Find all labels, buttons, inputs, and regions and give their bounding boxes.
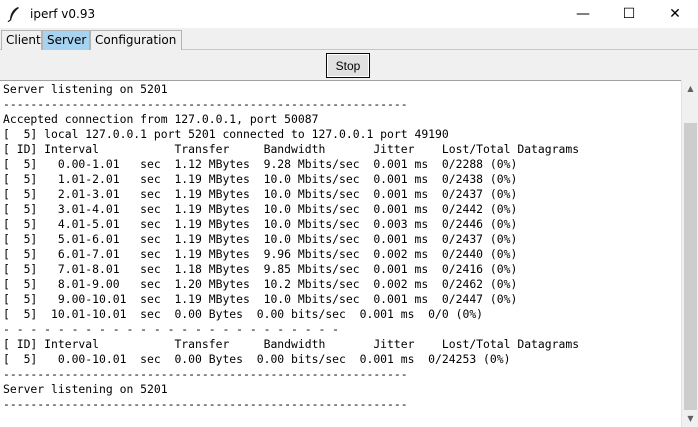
feather-icon xyxy=(7,7,19,22)
output-line: - - - - - - - - - - - - - - - - - - - - … xyxy=(3,322,340,336)
output-line: [ ID] Interval Transfer Bandwidth Jitter… xyxy=(3,337,580,351)
output-line: [ 5] 7.01-8.01 sec 1.18 MBytes 9.85 Mbit… xyxy=(3,262,518,276)
output-line: ----------------------------------------… xyxy=(3,397,408,411)
tab-server[interactable]: Server xyxy=(42,30,90,50)
output-line: [ 5] 8.01-9.00 sec 1.20 MBytes 10.2 Mbit… xyxy=(3,277,518,291)
output-line: [ 5] 10.01-10.01 sec 0.00 Bytes 0.00 bit… xyxy=(3,307,484,321)
output-text: Server listening on 5201 ---------------… xyxy=(0,81,681,412)
scroll-thumb[interactable] xyxy=(684,123,697,410)
iperf-window: iperf v0.93 — ☐ ✕ Client Server Configur… xyxy=(0,0,698,427)
output-line: [ 5] 5.01-6.01 sec 1.19 MBytes 10.0 Mbit… xyxy=(3,232,518,246)
maximize-button[interactable]: ☐ xyxy=(606,0,652,28)
close-button[interactable]: ✕ xyxy=(652,0,698,28)
tab-client[interactable]: Client xyxy=(1,30,42,50)
title-bar[interactable]: iperf v0.93 — ☐ ✕ xyxy=(0,0,698,28)
output-line: [ 5] 9.00-10.01 sec 1.19 MBytes 10.0 Mbi… xyxy=(3,292,518,306)
output-line: [ 5] 6.01-7.01 sec 1.19 MBytes 9.96 Mbit… xyxy=(3,247,518,261)
stop-button[interactable]: Stop xyxy=(326,53,370,78)
window-title: iperf v0.93 xyxy=(30,7,96,21)
output-line: [ 5] local 127.0.0.1 port 5201 connected… xyxy=(3,127,449,141)
output-line: [ 5] 3.01-4.01 sec 1.19 MBytes 10.0 Mbit… xyxy=(3,202,518,216)
output-line: [ 5] 1.01-2.01 sec 1.19 MBytes 10.0 Mbit… xyxy=(3,172,518,186)
output-line: Server listening on 5201 xyxy=(3,82,168,96)
vertical-scrollbar[interactable]: ▲ ▼ xyxy=(681,80,698,427)
output-line: [ 5] 0.00-1.01 sec 1.12 MBytes 9.28 Mbit… xyxy=(3,157,518,171)
output-line: [ 5] 2.01-3.01 sec 1.19 MBytes 10.0 Mbit… xyxy=(3,187,518,201)
output-line: Accepted connection from 127.0.0.1, port… xyxy=(3,112,319,126)
output-line: [ 5] 4.01-5.01 sec 1.19 MBytes 10.0 Mbit… xyxy=(3,217,518,231)
scroll-up-icon[interactable]: ▲ xyxy=(682,80,698,97)
server-output[interactable]: Server listening on 5201 ---------------… xyxy=(0,80,681,427)
output-line: Server listening on 5201 xyxy=(3,382,168,396)
output-line: [ ID] Interval Transfer Bandwidth Jitter… xyxy=(3,142,580,156)
scroll-down-icon[interactable]: ▼ xyxy=(682,410,698,427)
output-line: ----------------------------------------… xyxy=(3,367,408,381)
tab-configuration[interactable]: Configuration xyxy=(90,30,182,50)
output-line: ----------------------------------------… xyxy=(3,97,408,111)
output-line: [ 5] 0.00-10.01 sec 0.00 Bytes 0.00 bits… xyxy=(3,352,511,366)
tab-bar: Client Server Configuration xyxy=(0,28,698,50)
minimize-button[interactable]: — xyxy=(560,0,606,28)
toolbar: Stop xyxy=(0,50,698,80)
